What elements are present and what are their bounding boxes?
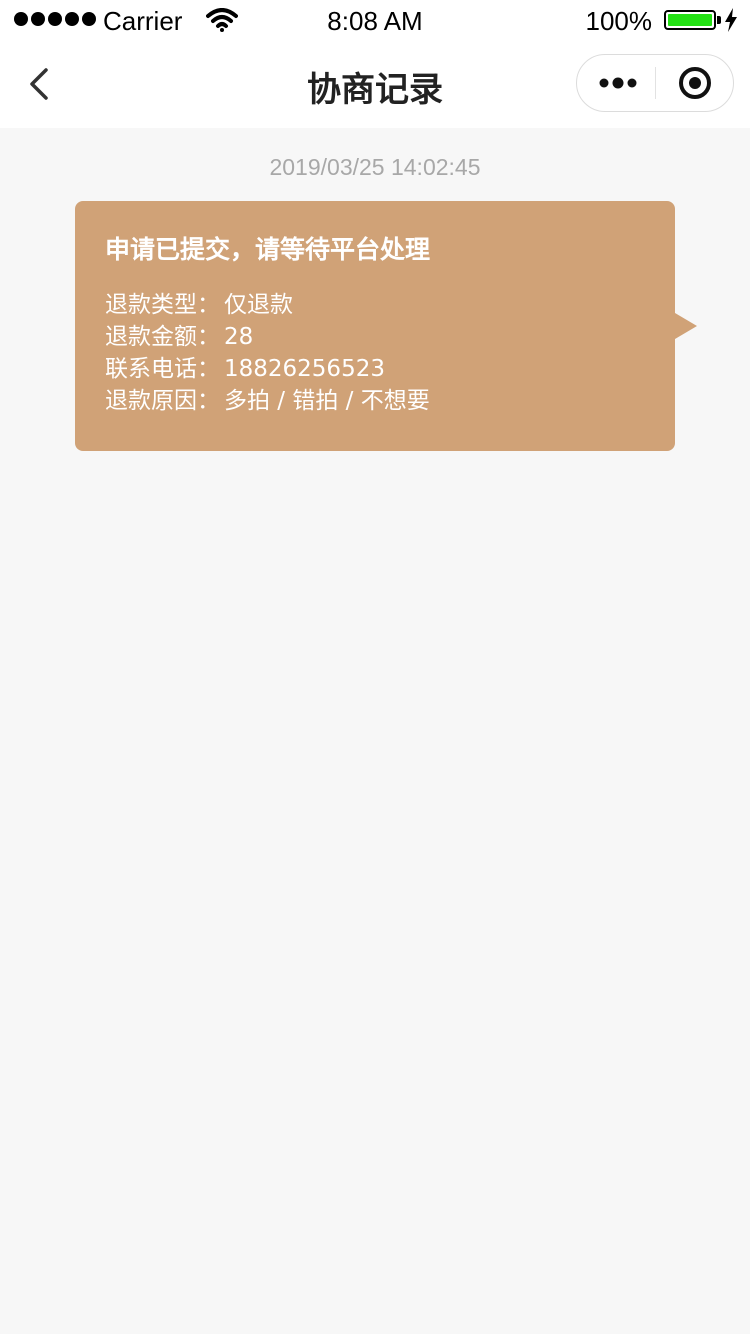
target-circle-icon: [679, 67, 711, 99]
detail-value: 多拍 / 错拍 / 不想要: [224, 388, 430, 414]
detail-value: 18826256523: [224, 356, 385, 382]
detail-value: 28: [224, 324, 254, 350]
navigation-bar: 协商记录: [0, 40, 750, 128]
detail-label: 退款原因：: [105, 388, 220, 414]
battery-percent: 100%: [585, 6, 653, 36]
status-bar: Carrier 8:08 AM 100%: [0, 0, 750, 40]
detail-label: 退款金额：: [105, 324, 220, 350]
close-button[interactable]: [657, 55, 733, 111]
charging-bolt-icon: [725, 8, 737, 32]
detail-value: 仅退款: [224, 292, 293, 318]
detail-row-phone: 联系电话： 18826256523: [105, 353, 645, 385]
more-button[interactable]: [577, 55, 655, 111]
battery-icon: [664, 10, 716, 30]
detail-label: 联系电话：: [105, 356, 220, 382]
detail-row-refund-amount: 退款金额： 28: [105, 321, 645, 353]
detail-label: 退款类型：: [105, 292, 220, 318]
detail-row-reason: 退款原因： 多拍 / 错拍 / 不想要: [105, 385, 645, 417]
mini-program-capsule: [576, 54, 734, 112]
message-timestamp: 2019/03/25 14:02:45: [269, 154, 481, 180]
more-dots-icon: [599, 77, 637, 89]
battery-cap: [717, 16, 721, 24]
message-bubble: 申请已提交，请等待平台处理 退款类型： 仅退款 退款金额： 28 联系电话： 1882…: [75, 201, 675, 451]
bubble-title: 申请已提交，请等待平台处理: [105, 235, 431, 264]
capsule-divider: [655, 67, 656, 99]
detail-row-refund-type: 退款类型： 仅退款: [105, 289, 645, 321]
bubble-tail: [675, 313, 697, 339]
